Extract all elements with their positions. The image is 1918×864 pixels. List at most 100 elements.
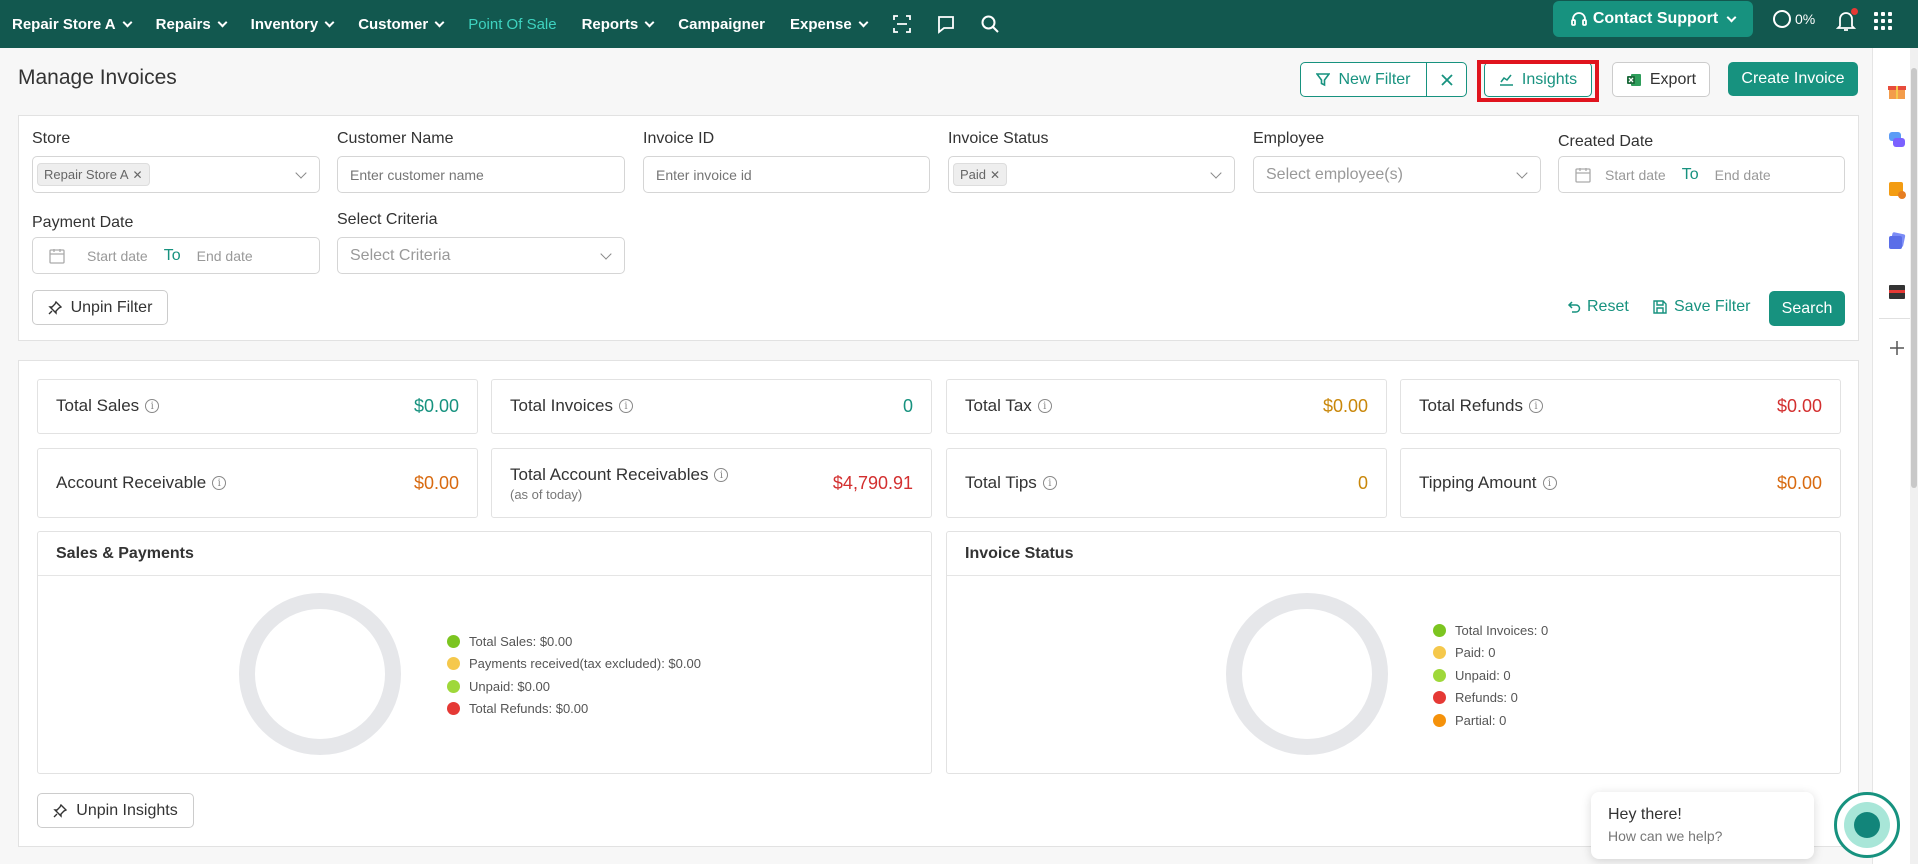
nav-customer[interactable]: Customer bbox=[358, 15, 445, 33]
stat-value: $0.00 bbox=[1776, 473, 1822, 493]
search-button[interactable]: Search bbox=[1769, 291, 1845, 326]
nav-inventory[interactable]: Inventory bbox=[250, 15, 335, 33]
status-chip: Paid ✕ bbox=[953, 163, 1008, 186]
info-icon[interactable]: i bbox=[1042, 476, 1057, 490]
wallet-icon[interactable] bbox=[1887, 282, 1907, 302]
info-icon[interactable]: i bbox=[1542, 476, 1557, 490]
stat-value: $0.00 bbox=[1322, 396, 1368, 416]
info-icon[interactable]: i bbox=[1037, 399, 1052, 413]
sales-payments-title: Sales & Payments bbox=[38, 532, 931, 576]
unpin-insights-button[interactable]: Unpin Insights bbox=[37, 793, 194, 828]
stat-label: Total Tips bbox=[965, 473, 1037, 492]
invoice-status-select[interactable]: Paid ✕ bbox=[948, 156, 1235, 193]
notifications-button[interactable] bbox=[1835, 8, 1858, 37]
chevron-down-icon bbox=[1516, 167, 1528, 179]
nav-reports[interactable]: Reports bbox=[582, 16, 655, 33]
start-date-placeholder[interactable]: Start date bbox=[1605, 167, 1666, 183]
chat-icon[interactable] bbox=[936, 14, 956, 34]
legend-dot bbox=[447, 702, 460, 716]
info-icon[interactable]: i bbox=[714, 468, 729, 482]
new-filter-label: New Filter bbox=[1338, 70, 1411, 88]
new-filter-button[interactable]: New Filter bbox=[1300, 62, 1427, 97]
sales-legend: Total Sales: $0.00 Payments received(tax… bbox=[447, 630, 701, 720]
end-date-placeholder[interactable]: End date bbox=[197, 248, 253, 264]
stat-value: $0.00 bbox=[413, 473, 459, 493]
export-button[interactable]: Export bbox=[1612, 62, 1710, 97]
created-date-range[interactable]: Start date To End date bbox=[1558, 156, 1845, 193]
start-date-placeholder[interactable]: Start date bbox=[87, 248, 148, 264]
info-icon[interactable]: i bbox=[1528, 399, 1543, 413]
clear-filter-button[interactable] bbox=[1426, 62, 1467, 97]
pin-icon bbox=[53, 803, 68, 818]
legend-label: Paid: 0 bbox=[1455, 645, 1496, 661]
scrollbar-thumb[interactable] bbox=[1911, 68, 1917, 488]
stat-label: Total Tax bbox=[965, 396, 1032, 415]
progress-ring-icon bbox=[1773, 10, 1791, 28]
progress-indicator[interactable]: 0% bbox=[1773, 10, 1815, 28]
stat-value: $0.00 bbox=[413, 396, 459, 416]
page-scrollbar[interactable] bbox=[1910, 48, 1918, 864]
chip-remove-icon[interactable]: ✕ bbox=[990, 168, 1000, 182]
nav-expense[interactable]: Expense bbox=[789, 15, 869, 33]
legend-label: Partial: 0 bbox=[1455, 712, 1507, 728]
chat-launcher-button[interactable] bbox=[1834, 792, 1900, 858]
stat-tipping-amount: Tipping Amount i $0.00 bbox=[1400, 448, 1841, 518]
search-label: Search bbox=[1781, 299, 1833, 317]
employee-select[interactable]: Select employee(s) bbox=[1253, 156, 1541, 193]
save-icon bbox=[1653, 300, 1667, 314]
cards-icon[interactable] bbox=[1887, 231, 1907, 251]
store-chip: Repair Store A ✕ bbox=[37, 163, 150, 186]
chevron-down-icon bbox=[295, 167, 307, 179]
calendar-icon bbox=[49, 248, 65, 264]
nav-label: Inventory bbox=[250, 15, 319, 33]
unpin-filter-button[interactable]: Unpin Filter bbox=[32, 290, 168, 325]
legend-item: Refunds: 0 bbox=[1433, 687, 1548, 710]
gift-icon[interactable] bbox=[1887, 81, 1907, 101]
nav-label: Customer bbox=[358, 15, 429, 33]
chat-prompt: How can we help? bbox=[1608, 828, 1723, 844]
nav-repairs[interactable]: Repairs bbox=[156, 16, 228, 33]
date-to-label: To bbox=[1681, 165, 1699, 183]
chat-bubbles-icon[interactable] bbox=[1887, 130, 1907, 150]
apps-grid-icon[interactable] bbox=[1874, 12, 1892, 30]
create-invoice-button[interactable]: Create Invoice bbox=[1728, 62, 1858, 96]
invoice-id-input[interactable] bbox=[643, 156, 930, 193]
chevron-down-icon bbox=[217, 17, 228, 27]
date-to-label: To bbox=[163, 246, 181, 264]
created-date-label: Created Date bbox=[1558, 133, 1654, 150]
scan-icon[interactable] bbox=[892, 14, 912, 34]
unpin-filter-label: Unpin Filter bbox=[70, 298, 153, 316]
customer-name-input[interactable] bbox=[337, 156, 625, 193]
search-icon[interactable] bbox=[980, 14, 1000, 34]
criteria-select[interactable]: Select Criteria bbox=[337, 237, 625, 274]
notes-icon[interactable] bbox=[1887, 180, 1907, 200]
unpin-insights-label: Unpin Insights bbox=[76, 801, 178, 819]
nav-label: Expense bbox=[789, 15, 852, 33]
info-icon[interactable]: i bbox=[212, 476, 227, 490]
chip-remove-icon[interactable]: ✕ bbox=[133, 168, 143, 182]
nav-campaigner[interactable]: Campaigner bbox=[678, 16, 765, 33]
create-invoice-label: Create Invoice bbox=[1741, 70, 1845, 87]
store-switcher[interactable]: Repair Store A bbox=[12, 15, 133, 33]
nav-point-of-sale[interactable]: Point Of Sale bbox=[468, 16, 556, 33]
customer-name-label: Customer Name bbox=[337, 130, 454, 147]
info-icon[interactable]: i bbox=[145, 399, 160, 413]
store-name: Repair Store A bbox=[12, 15, 116, 33]
legend-item: Total Sales: $0.00 bbox=[447, 630, 701, 653]
headset-icon bbox=[1570, 12, 1587, 26]
payment-date-range[interactable]: Start date To End date bbox=[32, 237, 320, 274]
stat-label: Total Sales bbox=[56, 396, 140, 415]
highlight-box bbox=[1477, 60, 1599, 102]
end-date-placeholder[interactable]: End date bbox=[1715, 167, 1771, 183]
contact-support-button[interactable]: Contact Support bbox=[1553, 1, 1753, 37]
save-filter-button[interactable]: Save Filter bbox=[1653, 298, 1750, 316]
info-icon[interactable]: i bbox=[619, 399, 633, 413]
legend-label: Total Invoices: 0 bbox=[1455, 622, 1549, 638]
chat-popup[interactable]: Hey there! How can we help? bbox=[1591, 792, 1814, 859]
reset-icon bbox=[1567, 301, 1581, 313]
reset-button[interactable]: Reset bbox=[1567, 298, 1629, 316]
store-select[interactable]: Repair Store A ✕ bbox=[32, 156, 320, 193]
stat-account-receivable: Account Receivable i $0.00 bbox=[37, 448, 478, 518]
stat-total-tax: Total Tax i $0.00 bbox=[946, 379, 1387, 434]
plus-icon[interactable] bbox=[1887, 338, 1907, 358]
